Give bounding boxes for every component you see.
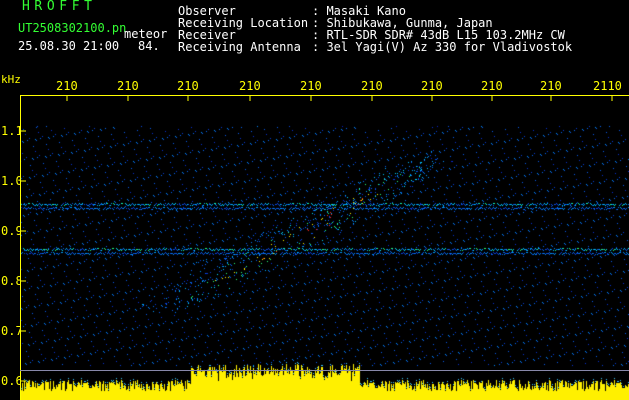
- x-tick-label: 210: [481, 79, 503, 93]
- hrofft-screen: HROFFT UT2508302100.pn meteor 25.08.30 2…: [0, 0, 629, 400]
- x-tick-label: 210: [56, 79, 78, 93]
- info-key-antenna: Receiving Antenna: [178, 40, 301, 54]
- x-tick-label: 210: [239, 79, 261, 93]
- date-time: 25.08.30 21:00: [18, 39, 120, 53]
- x-tick-label: 210: [177, 79, 199, 93]
- spectrogram-heatmap: [20, 96, 629, 400]
- meteor-count: 84.: [138, 39, 160, 53]
- y-unit-label: kHz: [1, 73, 21, 86]
- x-tick-label: 210: [117, 79, 139, 93]
- x-tick-label: 210: [421, 79, 443, 93]
- x-tick-label: 210: [540, 79, 562, 93]
- info-value-antenna: : 3el Yagi(V) Az 330 for Vladivostok: [312, 40, 573, 54]
- brand-title: HROFFT: [22, 0, 97, 14]
- x-tick-label: 210: [300, 79, 322, 93]
- file-name: UT2508302100.pn: [18, 21, 127, 35]
- x-tick-label: 210: [361, 79, 383, 93]
- x-tick-label: 2110: [593, 79, 622, 93]
